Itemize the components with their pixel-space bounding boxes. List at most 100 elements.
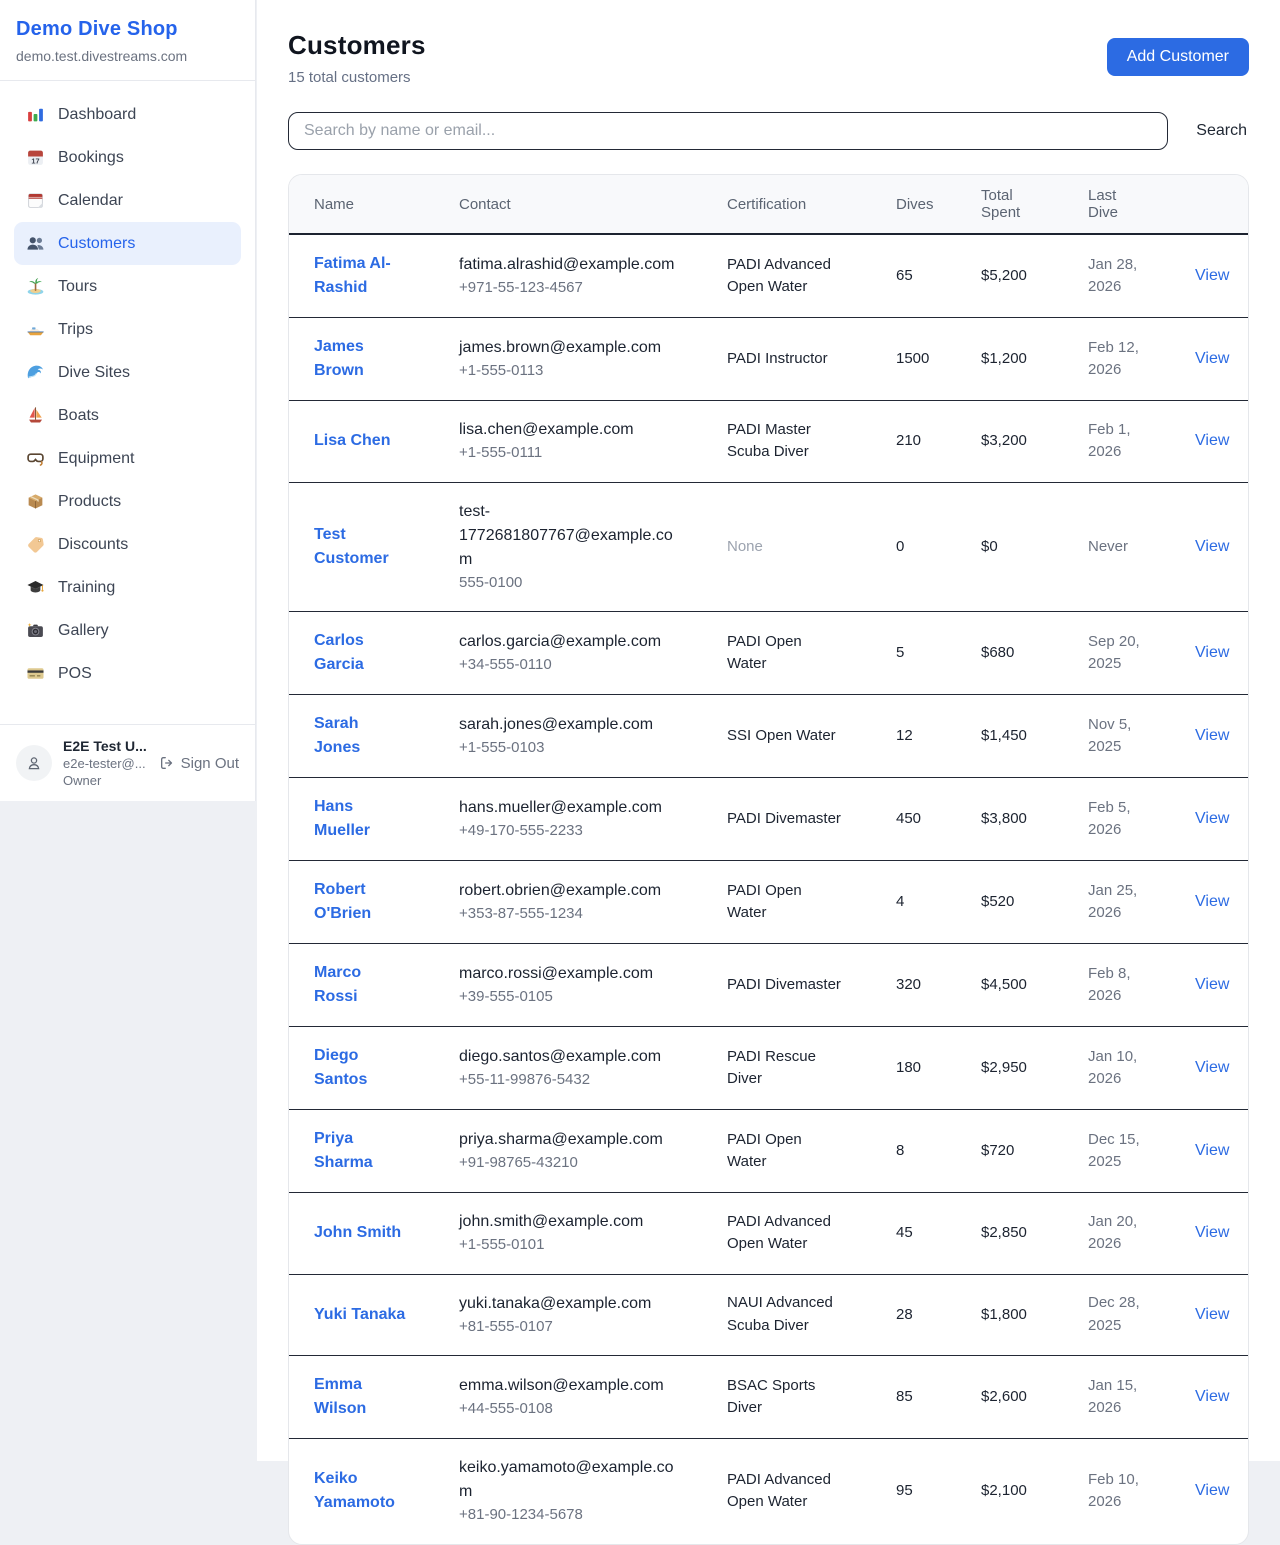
customer-last-dive: Jan 28, 2026 xyxy=(1088,254,1164,299)
table-row: Diego Santos diego.santos@example.com +5… xyxy=(289,1027,1249,1110)
sidebar: Demo Dive Shop demo.test.divestreams.com… xyxy=(0,0,256,801)
svg-text:17: 17 xyxy=(31,156,39,165)
customer-last-dive: Feb 10, 2026 xyxy=(1088,1469,1164,1514)
customer-last-dive: Dec 28, 2025 xyxy=(1088,1292,1164,1337)
people-icon xyxy=(26,234,45,253)
customer-name-link[interactable]: Fatima Al-Rashid xyxy=(314,252,407,300)
search-input[interactable] xyxy=(288,112,1168,150)
user-info: E2E Test U... e2e-tester@... Owner xyxy=(63,738,147,788)
table-row: Test Customer test-1772681807767@example… xyxy=(289,482,1249,612)
view-link[interactable]: View xyxy=(1195,267,1229,284)
sidebar-item-dive-sites[interactable]: Dive Sites xyxy=(14,351,241,394)
sidebar-item-discounts[interactable]: Discounts xyxy=(14,523,241,566)
customer-name-link[interactable]: Diego Santos xyxy=(314,1044,407,1092)
table-row: Hans Mueller hans.mueller@example.com +4… xyxy=(289,778,1249,861)
customer-last-dive: Feb 1, 2026 xyxy=(1088,419,1164,464)
sidebar-item-tours[interactable]: Tours xyxy=(14,265,241,308)
customer-name-link[interactable]: Robert O'Brien xyxy=(314,878,407,926)
customer-total-spent: $1,450 xyxy=(969,695,1076,778)
customer-last-dive: Feb 12, 2026 xyxy=(1088,337,1164,382)
customer-name-link[interactable]: Yuki Tanaka xyxy=(314,1303,405,1327)
customer-phone: +1-555-0101 xyxy=(459,1234,677,1257)
customer-dives: 180 xyxy=(884,1027,969,1110)
customer-name-link[interactable]: Sarah Jones xyxy=(314,712,407,760)
sidebar-item-bookings[interactable]: 17 Bookings xyxy=(14,136,241,179)
view-link[interactable]: View xyxy=(1195,727,1229,744)
customer-total-spent: $3,800 xyxy=(969,778,1076,861)
sidebar-item-equipment[interactable]: Equipment xyxy=(14,437,241,480)
customer-phone: +1-555-0103 xyxy=(459,737,677,760)
customer-phone: +39-555-0105 xyxy=(459,986,677,1009)
table-row: Lisa Chen lisa.chen@example.com +1-555-0… xyxy=(289,401,1249,483)
customer-name-link[interactable]: Emma Wilson xyxy=(314,1373,407,1421)
customer-total-spent: $2,950 xyxy=(969,1027,1076,1110)
view-link[interactable]: View xyxy=(1195,893,1229,910)
sidebar-item-products[interactable]: Products xyxy=(14,480,241,523)
customer-last-dive: Feb 8, 2026 xyxy=(1088,963,1164,1008)
customer-certification: PADI Advanced Open Water xyxy=(727,1211,845,1256)
sign-out-button[interactable]: Sign Out xyxy=(159,755,239,772)
column-header xyxy=(1183,175,1249,234)
view-link[interactable]: View xyxy=(1195,976,1229,993)
customer-email: john.smith@example.com xyxy=(459,1210,677,1234)
search-button[interactable]: Search xyxy=(1194,118,1249,144)
sidebar-item-calendar[interactable]: Calendar xyxy=(14,179,241,222)
customer-name-link[interactable]: John Smith xyxy=(314,1221,401,1245)
customer-name-link[interactable]: Lisa Chen xyxy=(314,429,390,453)
customer-email: emma.wilson@example.com xyxy=(459,1374,677,1398)
table-row: Marco Rossi marco.rossi@example.com +39-… xyxy=(289,944,1249,1027)
graduation-cap-icon xyxy=(26,578,45,597)
table-row: Sarah Jones sarah.jones@example.com +1-5… xyxy=(289,695,1249,778)
view-link[interactable]: View xyxy=(1195,538,1229,555)
sidebar-item-pos[interactable]: POS xyxy=(14,652,241,695)
customer-name-link[interactable]: Marco Rossi xyxy=(314,961,407,1009)
customer-certification: None xyxy=(727,536,845,559)
customer-phone: +81-555-0107 xyxy=(459,1316,677,1339)
table-row: John Smith john.smith@example.com +1-555… xyxy=(289,1193,1249,1275)
view-link[interactable]: View xyxy=(1195,350,1229,367)
view-link[interactable]: View xyxy=(1195,1059,1229,1076)
customer-phone: +49-170-555-2233 xyxy=(459,820,677,843)
customer-name-link[interactable]: Carlos Garcia xyxy=(314,629,407,677)
customer-last-dive: Sep 20, 2025 xyxy=(1088,631,1164,676)
sidebar-item-customers[interactable]: Customers xyxy=(14,222,241,265)
speedboat-icon xyxy=(26,320,45,339)
table-row: James Brown james.brown@example.com +1-5… xyxy=(289,318,1249,401)
view-link[interactable]: View xyxy=(1195,644,1229,661)
customer-name-link[interactable]: James Brown xyxy=(314,335,407,383)
customer-name-link[interactable]: Test Customer xyxy=(314,523,407,571)
sidebar-item-boats[interactable]: Boats xyxy=(14,394,241,437)
customer-name-link[interactable]: Priya Sharma xyxy=(314,1127,407,1175)
column-header-dives: Dives xyxy=(884,175,969,234)
sidebar-item-trips[interactable]: Trips xyxy=(14,308,241,351)
customer-name-link[interactable]: Keiko Yamamoto xyxy=(314,1467,407,1515)
bar-chart-icon xyxy=(26,105,45,124)
view-link[interactable]: View xyxy=(1195,1388,1229,1405)
sidebar-item-training[interactable]: Training xyxy=(14,566,241,609)
island-icon xyxy=(26,277,45,296)
customer-certification: NAUI Advanced Scuba Diver xyxy=(727,1292,845,1337)
customer-dives: 4 xyxy=(884,861,969,944)
camera-icon xyxy=(26,621,45,640)
table-row: Fatima Al-Rashid fatima.alrashid@example… xyxy=(289,234,1249,318)
sidebar-item-dashboard[interactable]: Dashboard xyxy=(14,93,241,136)
customer-certification: PADI Open Water xyxy=(727,631,845,676)
view-link[interactable]: View xyxy=(1195,1306,1229,1323)
customer-last-dive: Dec 15, 2025 xyxy=(1088,1129,1164,1174)
customer-phone: +44-555-0108 xyxy=(459,1398,677,1421)
customer-name-link[interactable]: Hans Mueller xyxy=(314,795,407,843)
customer-dives: 450 xyxy=(884,778,969,861)
view-link[interactable]: View xyxy=(1195,432,1229,449)
view-link[interactable]: View xyxy=(1195,1142,1229,1159)
customer-certification: PADI Open Water xyxy=(727,880,845,925)
column-header-certification: Certification xyxy=(715,175,884,234)
view-link[interactable]: View xyxy=(1195,1224,1229,1241)
customer-total-spent: $520 xyxy=(969,861,1076,944)
view-link[interactable]: View xyxy=(1195,810,1229,827)
customer-phone: +34-555-0110 xyxy=(459,654,677,677)
add-customer-button[interactable]: Add Customer xyxy=(1107,38,1249,76)
column-header-total-spent: Total Spent xyxy=(969,175,1076,234)
customer-phone: +55-11-99876-5432 xyxy=(459,1069,677,1092)
sidebar-item-gallery[interactable]: Gallery xyxy=(14,609,241,652)
customer-dives: 0 xyxy=(884,482,969,612)
